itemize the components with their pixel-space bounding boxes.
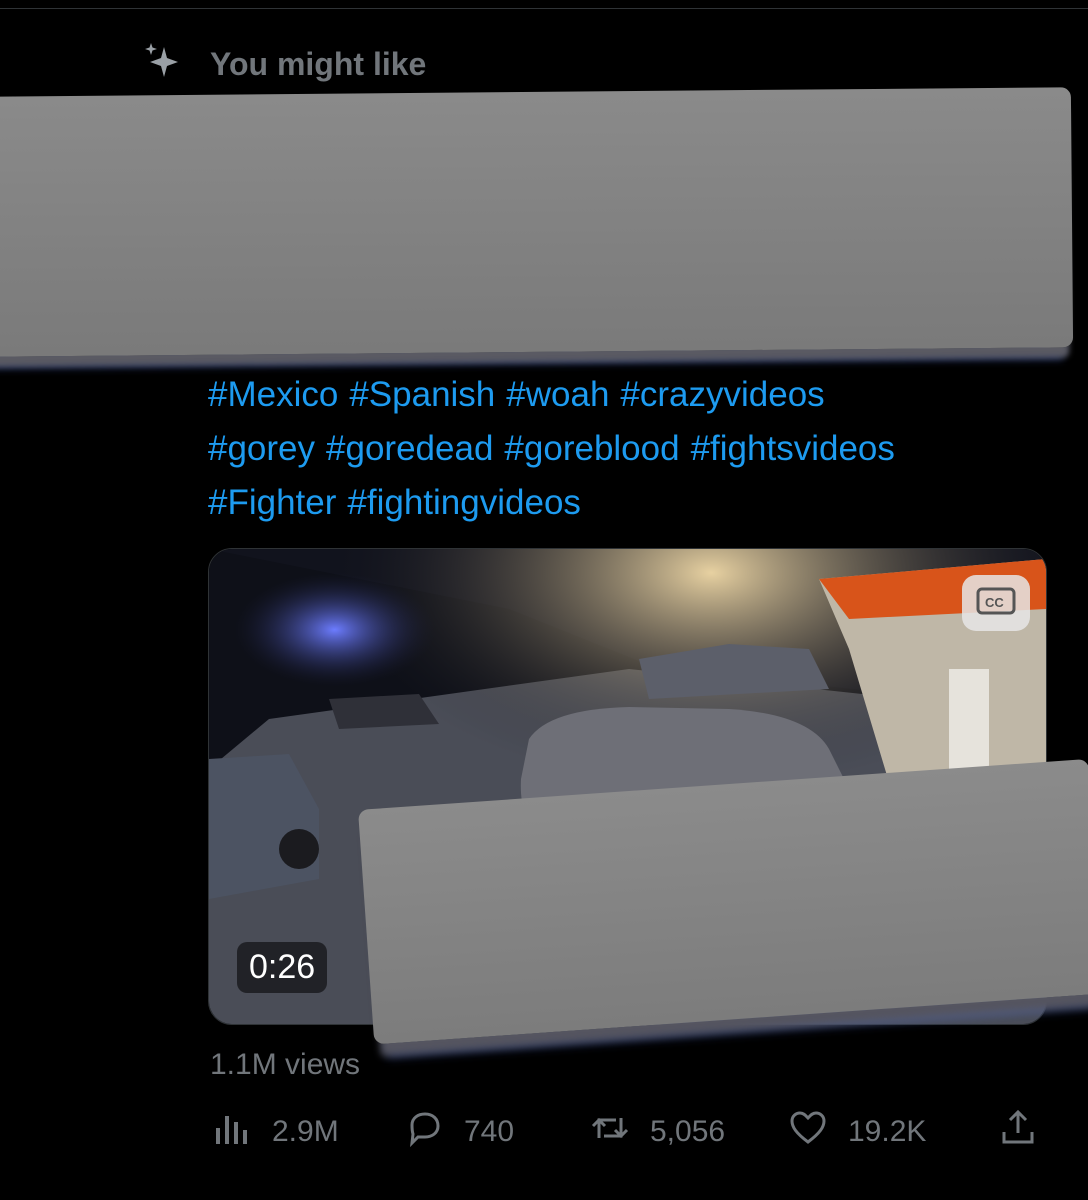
hashtag-link[interactable]: #crazyvideos (620, 375, 824, 414)
redaction-overlay-bottom (358, 758, 1088, 1045)
section-title: You might like (210, 45, 427, 82)
retweet-icon (590, 1108, 630, 1156)
hashtag-link[interactable]: #Fighter (208, 483, 336, 522)
redaction-overlay-top (0, 87, 1074, 357)
reply-button[interactable]: 740 (404, 1108, 514, 1156)
view-count: 1.1M views (210, 1048, 361, 1081)
hashtag-link[interactable]: #fightsvideos (691, 429, 895, 468)
hashtag-link[interactable]: #Mexico (208, 375, 338, 414)
like-count: 19.2K (848, 1115, 927, 1148)
captions-button[interactable]: CC (962, 575, 1030, 631)
retweet-button[interactable]: 5,056 (590, 1108, 725, 1156)
retweet-count: 5,056 (650, 1115, 726, 1148)
hashtag-link[interactable]: #goreblood (504, 429, 679, 468)
hashtag-link[interactable]: #fightingvideos (347, 483, 581, 522)
analytics-icon (212, 1108, 252, 1156)
heart-icon (788, 1108, 828, 1156)
tweet-hashtags: #Mexico #Spanish #woah #crazyvideos #gorey #… (208, 368, 1068, 530)
hashtag-link[interactable]: #woah (506, 375, 609, 414)
analytics-count: 2.9M (272, 1115, 339, 1148)
you-might-like-header: You might like (140, 38, 426, 90)
svg-text:CC: CC (985, 595, 1004, 610)
sparkle-icon (140, 39, 186, 90)
tweet-actions: 2.9M 740 5,056 19.2K (0, 1108, 1088, 1168)
hashtag-link[interactable]: #goredead (326, 429, 493, 468)
reply-count: 740 (464, 1115, 515, 1148)
share-button[interactable] (998, 1108, 1038, 1156)
hashtag-link[interactable]: #Spanish (349, 375, 495, 414)
analytics-button[interactable]: 2.9M (212, 1108, 339, 1156)
reply-icon (404, 1108, 444, 1156)
closed-captions-icon: CC (976, 586, 1016, 621)
top-divider (0, 8, 1088, 9)
like-button[interactable]: 19.2K (788, 1108, 926, 1156)
share-icon (998, 1108, 1038, 1156)
hashtag-link[interactable]: #gorey (208, 429, 315, 468)
video-duration: 0:26 (237, 942, 328, 993)
